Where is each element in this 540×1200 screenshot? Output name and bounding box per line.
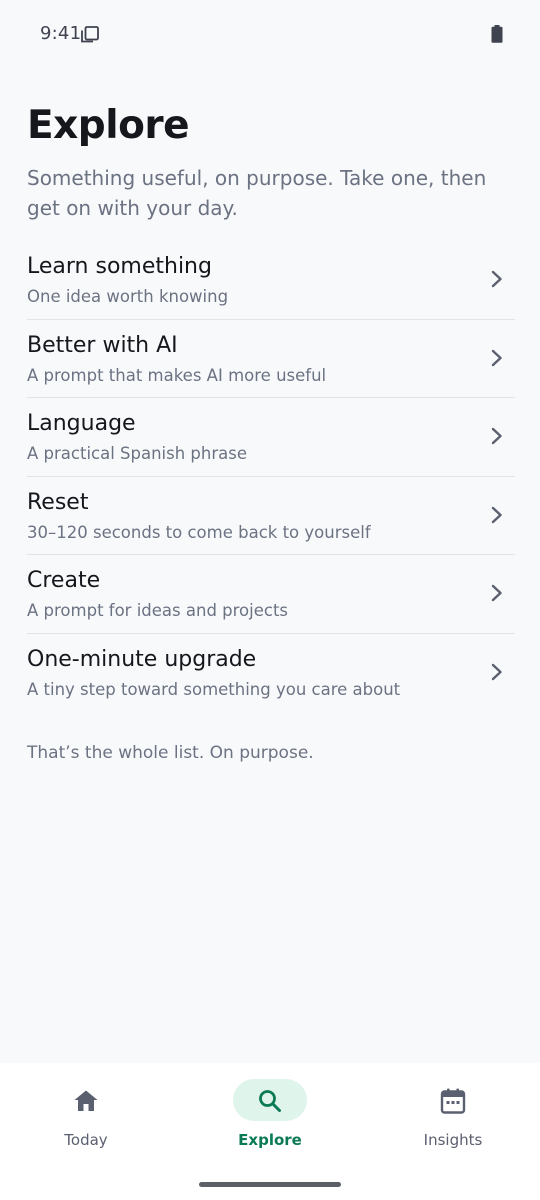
chevron-right-icon	[491, 663, 502, 680]
nav-tab-insights[interactable]: Insights	[382, 1079, 522, 1159]
list-item-one-minute-upgrade[interactable]: One-minute upgrade A tiny step toward so…	[27, 634, 515, 713]
notification-copy-icon	[81, 26, 99, 43]
list-item-title: Reset	[27, 489, 89, 515]
explore-list: Learn something One idea worth knowing B…	[27, 241, 515, 712]
page-subtitle: Something useful, on purpose. Take one, …	[27, 166, 487, 220]
list-item-create[interactable]: Create A prompt for ideas and projects	[27, 555, 515, 634]
calendar-icon	[440, 1088, 466, 1114]
list-item-title: Create	[27, 568, 101, 593]
list-item-language[interactable]: Language A practical Spanish phrase	[27, 398, 515, 477]
list-item-learn-something[interactable]: Learn something One idea worth knowing	[27, 241, 515, 320]
list-item-title: Language	[27, 411, 136, 436]
explore-screen: 9:41 Explore Something useful, on purpos…	[0, 0, 540, 1200]
list-item-title: Better with AI	[27, 332, 178, 358]
chevron-right-icon	[491, 427, 502, 445]
home-indicator[interactable]	[199, 1182, 341, 1187]
list-item-better-with-ai[interactable]: Better with AI A prompt that makes AI mo…	[27, 320, 515, 398]
list-item-description: One idea worth knowing	[27, 287, 229, 306]
nav-tab-explore[interactable]: Explore	[199, 1079, 339, 1159]
chevron-right-icon	[491, 349, 502, 366]
list-item-description: A prompt that makes AI more useful	[27, 365, 327, 385]
status-time: 9:41	[40, 23, 82, 44]
nav-label: Today	[64, 1131, 108, 1149]
list-item-title: Learn something	[27, 254, 212, 279]
chevron-right-icon	[491, 270, 502, 288]
page-title: Explore	[27, 103, 190, 148]
nav-label: Insights	[423, 1131, 483, 1149]
nav-tab-today[interactable]: Today	[15, 1079, 155, 1159]
search-icon	[259, 1090, 281, 1112]
list-item-title: One-minute upgrade	[27, 646, 257, 672]
nav-label: Explore	[238, 1131, 302, 1149]
list-item-description: 30–120 seconds to come back to yourself	[27, 522, 371, 542]
list-item-reset[interactable]: Reset 30–120 seconds to come back to you…	[27, 477, 515, 555]
list-item-description: A practical Spanish phrase	[27, 444, 248, 463]
chevron-right-icon	[491, 506, 502, 523]
list-item-description: A prompt for ideas and projects	[27, 601, 289, 620]
list-footer-note: That’s the whole list. On purpose.	[27, 743, 314, 763]
battery-icon	[491, 25, 503, 43]
home-icon	[74, 1090, 98, 1111]
list-item-description: A tiny step toward something you care ab…	[27, 679, 401, 699]
bottom-nav: Today Explore Insights	[0, 1063, 540, 1200]
chevron-right-icon	[491, 584, 502, 602]
status-bar: 9:41	[0, 0, 540, 68]
